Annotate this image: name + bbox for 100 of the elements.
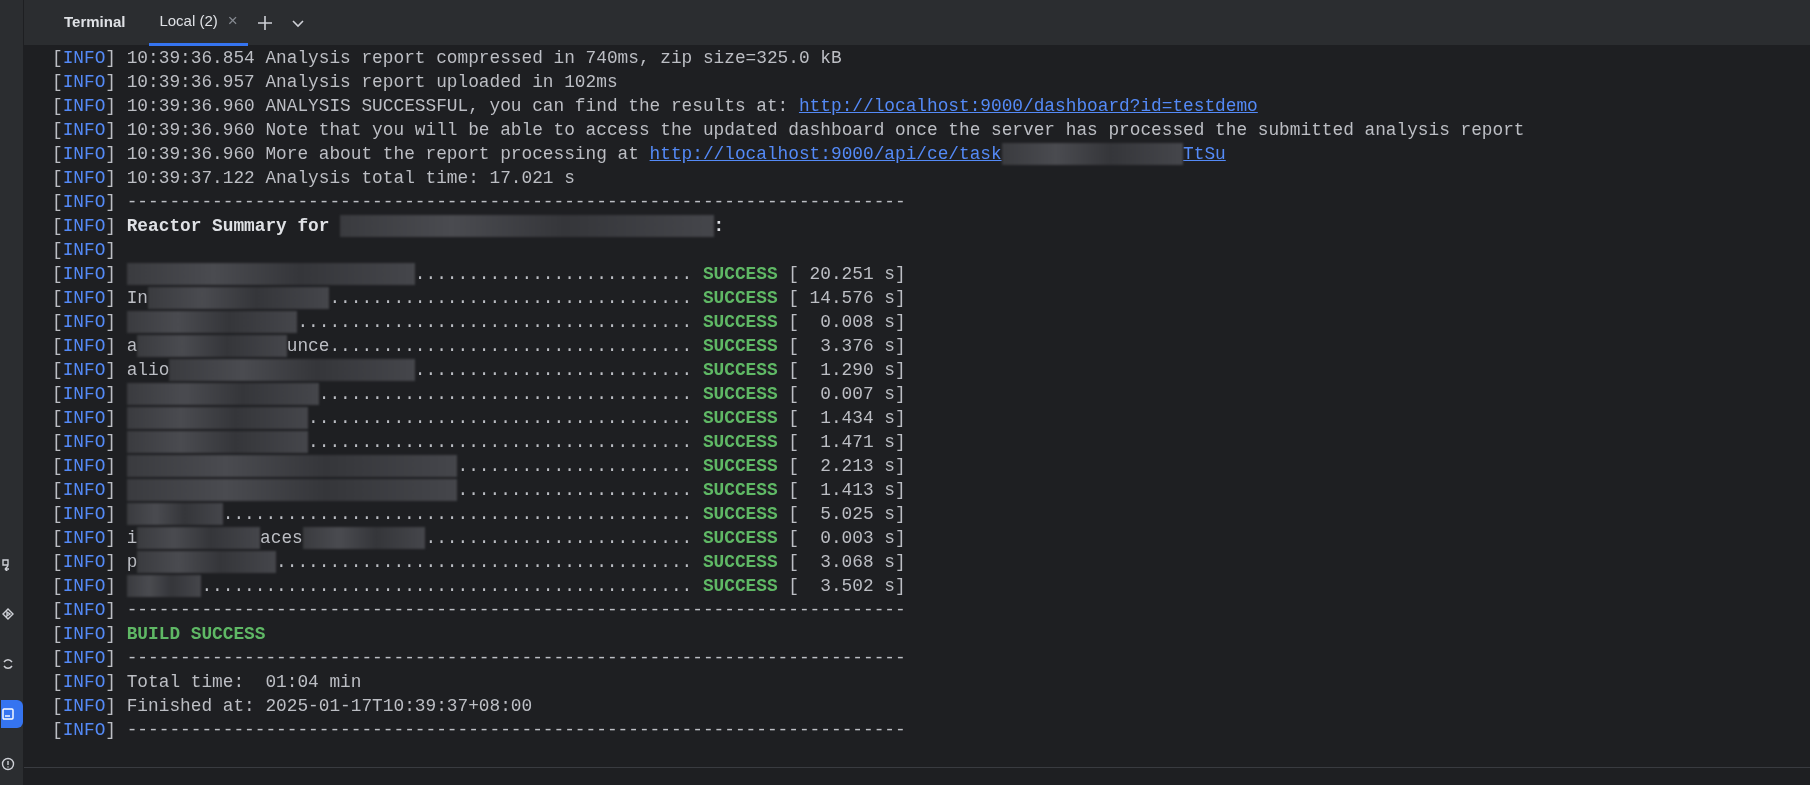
log-text: 10:39:36.960 Note that you will be able to access the updated dashboard once the server has processed the submitted analysis report — [126, 119, 1525, 142]
duration-text: [ 1.290 s] — [788, 359, 906, 382]
close-icon[interactable]: × — [227, 8, 238, 34]
log-text: 10:39:36.957 Analysis report uploaded in 102ms — [126, 71, 618, 94]
log-text: ------------------------------------------------------------------------- — [126, 191, 906, 214]
terminal-tab[interactable]: Local (2) × — [149, 0, 248, 46]
log-level: [INFO] — [52, 263, 118, 286]
log-level: [INFO] — [52, 239, 118, 262]
log-link[interactable]: http://localhost:9000/dashboard?id=testdemo — [798, 94, 1258, 118]
log-level: [INFO] — [52, 311, 118, 334]
log-level: [INFO] — [52, 671, 118, 694]
log-level: [INFO] — [52, 551, 118, 574]
duration-text: [ 3.502 s] — [788, 575, 906, 598]
duration-text: [ 20.251 s] — [788, 263, 906, 286]
build-status: SUCCESS — [702, 359, 778, 382]
log-level: [INFO] — [52, 455, 118, 478]
log-level: [INFO] — [52, 407, 118, 430]
leader-dots: ............................................ — [222, 503, 693, 526]
duration-text: [ 0.007 s] — [788, 383, 906, 406]
build-status: SUCCESS — [702, 335, 778, 358]
log-text: 10:39:37.122 Analysis total time: 17.021 s — [126, 167, 575, 190]
log-level: [INFO] — [52, 215, 118, 238]
build-status: SUCCESS — [702, 503, 778, 526]
panel-title: Terminal — [63, 12, 127, 33]
log-link[interactable]: TtSu — [1183, 142, 1226, 166]
duration-text: [ 14.576 s] — [788, 287, 906, 310]
duration-text: [ 2.213 s] — [788, 455, 906, 478]
log-level: [INFO] — [52, 335, 118, 358]
duration-text: [ 3.068 s] — [788, 551, 906, 574]
log-text: aces — [260, 527, 303, 550]
add-icon[interactable] — [255, 13, 274, 32]
duration-text: [ 5.025 s] — [788, 503, 906, 526]
log-text: a — [126, 335, 138, 358]
log-level: [INFO] — [52, 143, 118, 166]
build-status: SUCCESS — [702, 479, 778, 502]
log-level: [INFO] — [52, 47, 118, 70]
duration-text: [ 3.376 s] — [788, 335, 906, 358]
build-status: SUCCESS — [702, 287, 778, 310]
leader-dots: .................................... — [308, 407, 693, 430]
log-text: Finished at: 2025-01-17T10:39:37+08:00 — [126, 695, 533, 718]
leader-dots: .......................... — [414, 263, 693, 286]
leader-dots: ......................... — [425, 527, 693, 550]
alert-icon — [1, 757, 15, 771]
build-status: SUCCESS — [702, 455, 778, 478]
terminal-icon — [1, 707, 15, 721]
log-text: ------------------------------------------------------------------------- — [126, 599, 906, 622]
log-level: [INFO] — [52, 191, 118, 214]
log-level: [INFO] — [52, 647, 118, 670]
duration-text: [ 1.434 s] — [788, 407, 906, 430]
log-text: alio — [126, 359, 170, 382]
log-level: [INFO] — [52, 287, 118, 310]
log-level: [INFO] — [52, 719, 118, 742]
leader-dots: .................................. — [329, 335, 693, 358]
log-level: [INFO] — [52, 359, 118, 382]
leader-dots: .............................................. — [201, 575, 693, 598]
leader-dots: .................................... — [308, 431, 693, 454]
log-text: In — [126, 287, 149, 310]
leader-dots: .................................. — [329, 287, 693, 310]
log-text: 10:39:36.854 Analysis report compressed in 740ms, zip size=325.0 kB — [126, 47, 842, 70]
build-status: SUCCESS — [702, 527, 778, 550]
log-text: p — [126, 551, 138, 574]
duration-text: [ 0.008 s] — [788, 311, 906, 334]
leader-dots: .......................... — [414, 359, 693, 382]
log-level: [INFO] — [52, 599, 118, 622]
loop-icon — [1, 657, 15, 671]
build-status: SUCCESS — [702, 311, 778, 334]
log-text: unce — [286, 335, 330, 358]
log-text: i — [126, 527, 138, 550]
log-level: [INFO] — [52, 167, 118, 190]
duration-text: [ 1.413 s] — [788, 479, 906, 502]
log-level: [INFO] — [52, 527, 118, 550]
build-status: SUCCESS — [702, 431, 778, 454]
log-level: [INFO] — [52, 479, 118, 502]
log-level: [INFO] — [52, 503, 118, 526]
leader-dots: ....................................... — [276, 551, 693, 574]
leader-dots: ...................... — [457, 479, 693, 502]
build-status: SUCCESS — [702, 383, 778, 406]
build-status: BUILD SUCCESS — [126, 623, 266, 646]
build-status: SUCCESS — [702, 407, 778, 430]
log-text: ------------------------------------------------------------------------- — [126, 719, 906, 742]
tool-window-button[interactable] — [1, 700, 23, 728]
duration-text: [ 1.471 s] — [788, 431, 906, 454]
leader-dots: ...................... — [457, 455, 693, 478]
build-status: SUCCESS — [702, 575, 778, 598]
log-text: Total time: 01:04 min — [126, 671, 362, 694]
log-level: [INFO] — [52, 575, 118, 598]
log-level: [INFO] — [52, 695, 118, 718]
log-text: ------------------------------------------------------------------------- — [126, 647, 906, 670]
log-link[interactable]: http://localhost:9000/api/ce/task — [649, 142, 1002, 166]
build-status: SUCCESS — [702, 551, 778, 574]
leader-dots: ................................... — [318, 383, 693, 406]
log-level: [INFO] — [52, 119, 118, 142]
leader-dots: ..................................... — [297, 311, 693, 334]
log-text: 10:39:36.960 ANALYSIS SUCCESSFUL, you can find the results at: — [126, 95, 790, 118]
build-status: SUCCESS — [702, 263, 778, 286]
log-text: : — [713, 215, 725, 238]
log-level: [INFO] — [52, 95, 118, 118]
log-level: [INFO] — [52, 383, 118, 406]
run-icon — [1, 607, 15, 621]
log-level: [INFO] — [52, 623, 118, 646]
